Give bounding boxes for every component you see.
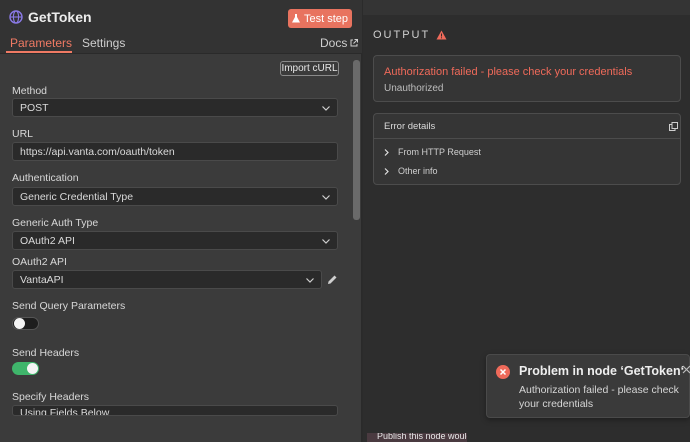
output-top-bar [363,0,690,15]
oauth2-credential-select[interactable]: VantaAPI [12,270,322,289]
tab-parameters[interactable]: Parameters [10,36,72,50]
edit-credential-icon[interactable] [327,274,338,285]
toast-title: Problem in node ‘GetToken‘ [519,364,685,378]
oauth2-credential-value: VantaAPI [20,273,64,286]
toggle-knob [14,318,25,329]
node-title: GetToken [28,9,92,25]
output-title: OUTPUT [373,29,447,41]
detail-row-other-info[interactable]: Other info [384,166,438,176]
generic-auth-type-value: OAuth2 API [20,234,75,247]
authentication-select[interactable]: Generic Credential Type [12,187,338,206]
chevron-down-icon [322,106,330,111]
send-query-parameters-toggle[interactable] [12,317,39,330]
error-details-box: Error details From HTTP Request Other in… [373,113,681,185]
authentication-value: Generic Credential Type [20,190,134,203]
method-value: POST [20,101,49,114]
chevron-down-icon [306,278,314,283]
error-details-title: Error details [384,121,436,132]
error-message-box: Authorization failed - please check your… [373,55,681,102]
globe-icon [9,10,23,24]
generic-auth-type-select[interactable]: OAuth2 API [12,231,338,250]
toast-message: Authorization failed - please check your… [519,384,679,410]
close-icon[interactable] [682,365,690,374]
node-header: GetToken Test step Parameters Settings D… [0,0,362,54]
error-subtitle: Unauthorized [384,83,444,94]
send-query-parameters-label: Send Query Parameters [12,300,126,312]
generic-auth-type-label: Generic Auth Type [12,217,99,229]
test-step-label: Test step [303,12,349,25]
active-tab-indicator [6,51,72,53]
specify-headers-value: Using Fields Below [20,407,110,416]
chevron-right-icon [384,148,389,156]
detail-row-from-http-request[interactable]: From HTTP Request [384,147,481,157]
toggle-knob [27,363,38,374]
method-label: Method [12,85,48,97]
method-select[interactable]: POST [12,98,338,117]
error-title: Authorization failed - please check your… [384,66,633,78]
chevron-right-icon [384,167,389,175]
oauth2-api-label: OAuth2 API [12,256,67,268]
external-link-icon [350,39,359,47]
node-parameters-panel: GetToken Test step Parameters Settings D… [0,0,362,442]
import-curl-button[interactable]: Import cURL [280,61,339,76]
detail-row-label: Other info [398,166,438,176]
url-input[interactable]: https://api.vanta.com/oauth/token [12,142,338,161]
url-label: URL [12,128,34,140]
send-headers-label: Send Headers [12,347,80,359]
bottom-hint-strip: Publish this node would [367,433,467,442]
bottom-hint-text: Publish this node would [377,433,467,441]
docs-link[interactable]: Docs [320,36,359,50]
test-step-button[interactable]: Test step [288,9,352,28]
output-title-text: OUTPUT [373,29,431,41]
send-headers-toggle[interactable] [12,362,39,375]
chevron-down-icon [322,195,330,200]
chevron-down-icon [322,239,330,244]
specify-headers-select[interactable]: Using Fields Below [12,405,338,416]
specify-headers-label: Specify Headers [12,391,90,403]
docs-label: Docs [320,36,348,50]
error-circle-icon [496,365,510,379]
error-toast: Problem in node ‘GetToken‘ Authorization… [486,354,690,418]
copy-icon[interactable] [669,122,678,131]
url-value: https://api.vanta.com/oauth/token [20,145,175,158]
error-details-header: Error details [374,114,680,139]
authentication-label: Authentication [12,172,79,184]
flask-icon [291,14,300,23]
tab-settings[interactable]: Settings [82,36,125,50]
detail-row-label: From HTTP Request [398,147,481,157]
warning-icon [436,30,447,40]
scrollbar[interactable] [353,60,360,220]
